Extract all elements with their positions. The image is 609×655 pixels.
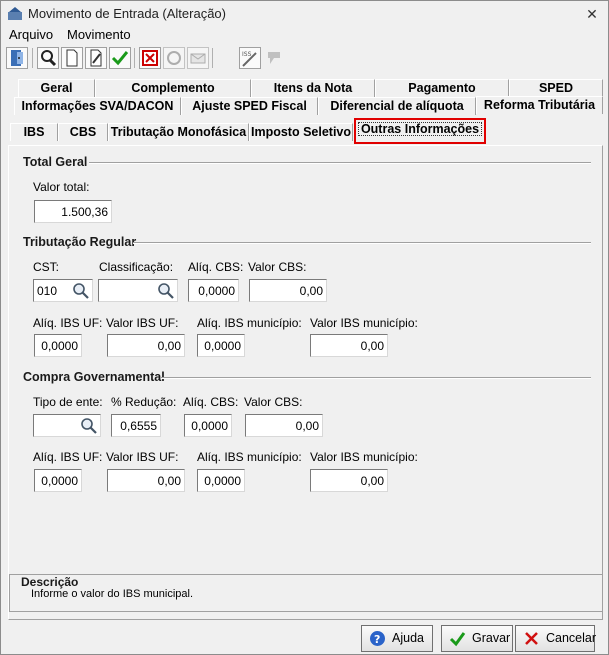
tipo-ente-label: Tipo de ente:: [33, 395, 103, 409]
valor-cbs-input[interactable]: 0,00: [245, 414, 323, 437]
edit-document-icon[interactable]: [85, 47, 107, 69]
window-title: Movimento de Entrada (Alteração): [28, 6, 226, 21]
search-icon[interactable]: [37, 47, 59, 69]
dialog-window: Movimento de Entrada (Alteração) ✕ Arqui…: [0, 0, 609, 655]
menu-bar: Arquivo Movimento: [1, 27, 608, 45]
tab-imposto-seletivo[interactable]: Imposto Seletivo: [249, 123, 353, 141]
aliq-cbs-input[interactable]: 0,0000: [188, 279, 239, 302]
divider: [133, 242, 591, 244]
tab-complemento[interactable]: Complemento: [95, 79, 251, 97]
exit-door-icon[interactable]: [6, 47, 28, 69]
valor-ibs-uf-input[interactable]: 0,00: [107, 334, 185, 357]
menu-arquivo[interactable]: Arquivo: [9, 27, 53, 42]
tab-diferencial-aliquota[interactable]: Diferencial de alíquota: [318, 97, 476, 115]
tab-ibs[interactable]: IBS: [10, 123, 58, 141]
tab-sped[interactable]: SPED: [509, 79, 603, 97]
valor-ibs-uf-label: Valor IBS UF:: [106, 450, 179, 464]
valor-ibs-uf-input[interactable]: 0,00: [107, 469, 185, 492]
aliq-cbs-input[interactable]: 0,0000: [184, 414, 232, 437]
tipo-ente-input[interactable]: [33, 414, 101, 437]
tab-itens-da-nota[interactable]: Itens da Nota: [251, 79, 375, 97]
section-compra-governamental: Compra Governamental: [23, 370, 165, 384]
tab-outras-informacoes[interactable]: Outras Informações: [354, 118, 486, 144]
reducao-input[interactable]: 0,6555: [111, 414, 161, 437]
cst-value: 010: [37, 284, 58, 298]
cst-input[interactable]: 010: [33, 279, 93, 302]
search-icon[interactable]: [71, 281, 91, 300]
close-button[interactable]: ✕: [581, 4, 603, 24]
valor-cbs-label: Valor CBS:: [244, 395, 303, 409]
classificacao-input[interactable]: [98, 279, 178, 302]
save-button[interactable]: Gravar: [441, 625, 513, 652]
tab-pagamento[interactable]: Pagamento: [375, 79, 509, 97]
tab-cbs[interactable]: CBS: [58, 123, 108, 141]
app-icon: [8, 7, 22, 20]
tab-geral[interactable]: Geral: [18, 79, 95, 97]
search-icon[interactable]: [156, 281, 176, 300]
description-heading: Descrição: [21, 575, 79, 589]
disabled-tool-icon[interactable]: [263, 47, 285, 69]
reducao-label: % Redução:: [111, 395, 177, 409]
tab-informacoes-sva-dacon[interactable]: Informações SVA/DACON: [14, 97, 181, 115]
aliq-ibs-uf-label: Alíq. IBS UF:: [33, 450, 103, 464]
valor-cbs-label: Valor CBS:: [248, 260, 307, 274]
valor-ibs-municipio-input[interactable]: 0,00: [310, 469, 388, 492]
aliq-cbs-label: Alíq. CBS:: [183, 395, 239, 409]
new-document-icon[interactable]: [61, 47, 83, 69]
valor-ibs-municipio-label: Valor IBS município:: [310, 450, 418, 464]
aliq-ibs-municipio-label: Alíq. IBS município:: [197, 450, 302, 464]
save-button-label: Gravar: [472, 631, 511, 645]
svg-text:?: ?: [374, 633, 380, 646]
valor-cbs-input[interactable]: 0,00: [249, 279, 327, 302]
aliq-ibs-uf-input[interactable]: 0,0000: [34, 469, 82, 492]
tab-reforma-tributaria[interactable]: Reforma Tributária: [476, 96, 603, 114]
section-tributacao-regular: Tributação Regular: [23, 235, 137, 249]
help-button[interactable]: ? Ajuda: [361, 625, 433, 652]
divider: [161, 377, 591, 379]
search-icon[interactable]: [79, 416, 99, 435]
aliq-ibs-uf-label: Alíq. IBS UF:: [33, 316, 103, 330]
classificacao-label: Classificação:: [99, 260, 174, 274]
divider: [89, 162, 591, 164]
description-text: Informe o valor do IBS municipal.: [31, 588, 194, 600]
aliq-ibs-municipio-label: Alíq. IBS município:: [197, 316, 302, 330]
menu-movimento[interactable]: Movimento: [67, 27, 131, 42]
check-icon: [449, 632, 466, 647]
tab-ajuste-sped-fiscal[interactable]: Ajuste SPED Fiscal: [181, 97, 318, 115]
cancel-button-label: Cancelar: [546, 631, 597, 645]
valor-ibs-municipio-label: Valor IBS município:: [310, 316, 418, 330]
help-icon: ?: [370, 631, 385, 646]
cst-label: CST:: [33, 260, 60, 274]
aliq-ibs-uf-input[interactable]: 0,0000: [34, 334, 82, 357]
svg-text:ISS: ISS: [242, 51, 252, 58]
refresh-icon[interactable]: [163, 47, 185, 69]
mail-icon[interactable]: [187, 47, 209, 69]
toolbar: ISS: [3, 45, 607, 73]
delete-icon[interactable]: [139, 47, 161, 69]
aliq-ibs-municipio-input[interactable]: 0,0000: [197, 469, 245, 492]
aliq-ibs-municipio-input[interactable]: 0,0000: [197, 334, 245, 357]
valor-ibs-uf-label: Valor IBS UF:: [106, 316, 179, 330]
aliq-cbs-label: Alíq. CBS:: [188, 260, 244, 274]
valor-total-label: Valor total:: [33, 180, 90, 194]
tab-tributacao-monofasica[interactable]: Tributação Monofásica: [108, 123, 249, 141]
section-total-geral: Total Geral: [23, 155, 88, 169]
title-bar: Movimento de Entrada (Alteração) ✕: [1, 1, 608, 27]
tab-outras-informacoes-label: Outras Informações: [358, 122, 482, 136]
help-button-label: Ajuda: [392, 631, 424, 645]
confirm-check-icon[interactable]: [109, 47, 131, 69]
cancel-button[interactable]: Cancelar: [515, 625, 597, 652]
cancel-x-icon: [525, 632, 538, 645]
iss-document-icon[interactable]: ISS: [239, 47, 261, 69]
valor-total-input[interactable]: 1.500,36: [34, 200, 112, 223]
valor-ibs-municipio-input[interactable]: 0,00: [310, 334, 388, 357]
